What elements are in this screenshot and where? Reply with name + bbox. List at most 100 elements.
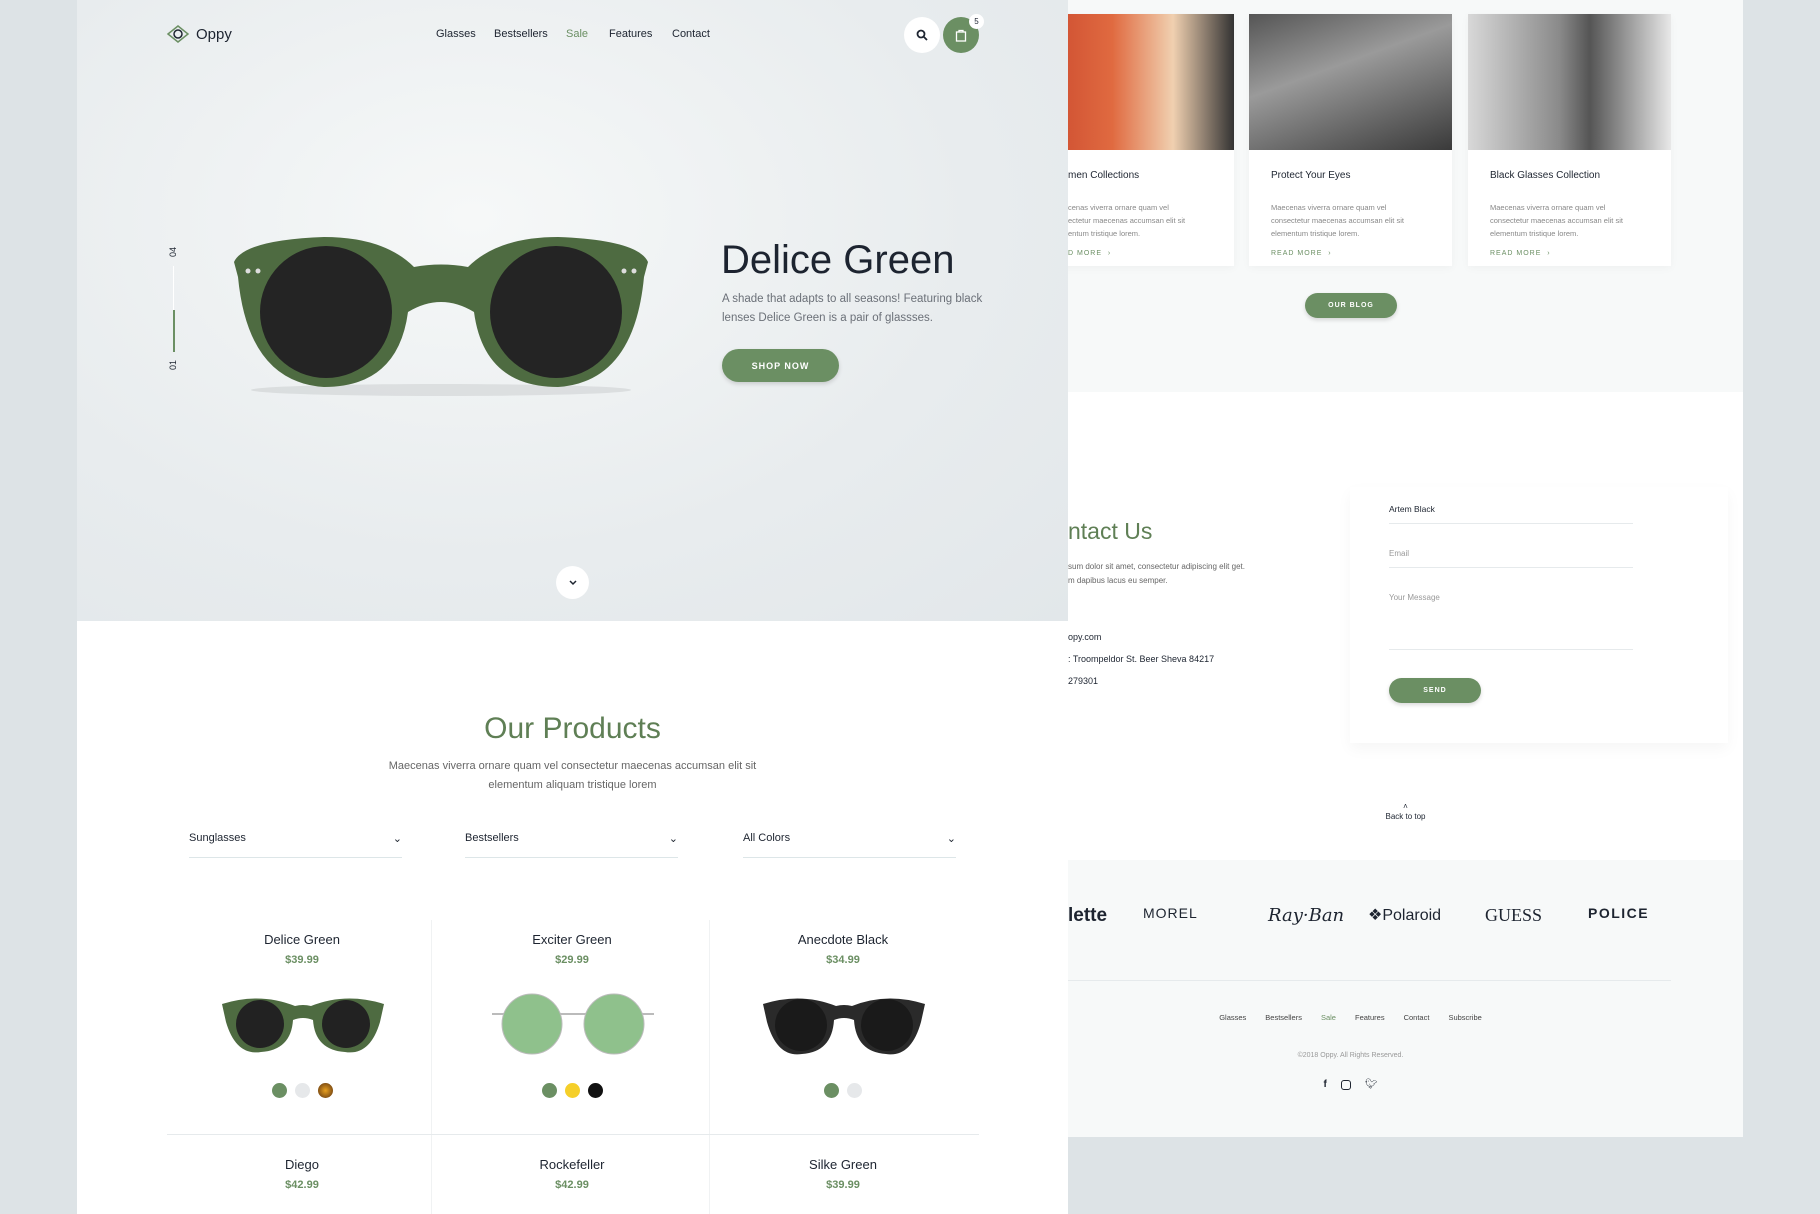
category-dropdown[interactable]: Sunglasses ⌄ (189, 832, 402, 858)
copyright: ©2018 Oppy. All Rights Reserved. (1297, 1052, 1404, 1059)
product-card-exciter-green[interactable]: Exciter Green $29.99 (452, 932, 692, 1103)
nav-glasses[interactable]: Glasses (436, 28, 476, 40)
product-name: Delice Green (264, 932, 340, 947)
blog-card[interactable]: Black Glasses Collection Maecenas viverr… (1468, 14, 1671, 266)
blog-card[interactable]: Protect Your Eyes Maecenas viverra ornar… (1249, 14, 1452, 266)
product-price: $39.99 (285, 954, 319, 966)
our-blog-button[interactable]: OUR BLOG (1305, 293, 1397, 318)
product-name: Silke Green (809, 1157, 877, 1172)
cart-count-badge: 5 (969, 14, 984, 29)
brand-logo-morel[interactable]: MOREL (1143, 905, 1198, 921)
products-title: Our Products (484, 712, 661, 745)
footer-link-subscribe[interactable]: Subscribe (1448, 1013, 1481, 1022)
swatch-grey[interactable] (847, 1083, 862, 1098)
name-field[interactable]: Artem Black (1389, 504, 1435, 514)
swatch-tortoise[interactable] (317, 1083, 333, 1098)
product-card-delice-green[interactable]: Delice Green $39.99 (182, 932, 422, 1103)
logo-text: Oppy (196, 25, 232, 43)
sort-dropdown[interactable]: Bestsellers ⌄ (465, 832, 678, 858)
swatch-green-selected[interactable] (271, 1083, 287, 1098)
product-name: Diego (285, 1157, 319, 1172)
read-more-link[interactable]: READ MORE › (1490, 250, 1551, 257)
product-card-diego[interactable]: Diego $42.99 (182, 1157, 422, 1191)
product-card-anecdote-black[interactable]: Anecdote Black $34.99 (723, 932, 963, 1103)
home-page: Oppy Glasses Bestsellers Sale Features C… (77, 0, 1068, 1214)
contact-email[interactable]: opy.com (1068, 632, 1101, 642)
blog-card[interactable]: men Collections cenas viverra ornare qua… (1068, 14, 1234, 266)
divider (709, 920, 710, 1214)
color-swatches (182, 1083, 422, 1103)
nav-contact[interactable]: Contact (672, 28, 710, 40)
contact-text-line1: sum dolor sit amet, consectetur adipisci… (1068, 562, 1245, 571)
brand-logo-guess[interactable]: GUESS (1485, 905, 1542, 926)
footer-link-features[interactable]: Features (1355, 1013, 1385, 1022)
back-to-top-link[interactable]: ˄ Back to top (1068, 802, 1743, 822)
color-swatches (723, 1083, 963, 1103)
blog-image (1468, 14, 1671, 150)
brands-footer-section (1068, 860, 1743, 1137)
blog-card-title: men Collections (1068, 170, 1140, 181)
color-dropdown[interactable]: All Colors ⌄ (743, 832, 956, 858)
send-button[interactable]: SEND (1389, 678, 1481, 703)
swatch-black[interactable] (587, 1083, 603, 1098)
instagram-icon[interactable] (1340, 1080, 1351, 1090)
product-image (492, 993, 654, 1055)
sort-value: Bestsellers (465, 832, 519, 844)
back-to-top-label: Back to top (1385, 812, 1426, 821)
field-underline (1389, 649, 1633, 650)
product-card-silke-green[interactable]: Silke Green $39.99 (723, 1157, 963, 1191)
field-underline (1389, 567, 1633, 568)
brand-logo[interactable]: lette (1068, 905, 1107, 927)
footer-link-sale[interactable]: Sale (1321, 1013, 1336, 1022)
footer-nav: Glasses Bestsellers Sale Features Contac… (1068, 1013, 1633, 1022)
divider (431, 920, 432, 1214)
contact-phone: 279301 (1068, 676, 1099, 686)
color-value: All Colors (743, 832, 791, 844)
read-more-link[interactable]: D MORE › (1068, 250, 1111, 257)
scroll-down-button[interactable] (556, 566, 589, 599)
blog-image (1249, 14, 1452, 150)
blog-card-desc: Maecenas viverra ornare quam vel consecte… (1490, 203, 1623, 238)
footer-link-bestsellers[interactable]: Bestsellers (1265, 1013, 1302, 1022)
products-desc-line2: elementum aliquam tristique lorem (488, 779, 657, 791)
brand-logo-rayban[interactable]: Ray·Ban (1268, 905, 1344, 926)
blog-card-title: Black Glasses Collection (1490, 170, 1601, 181)
message-field[interactable]: Your Message (1389, 593, 1440, 602)
brand-logo-polaroid[interactable]: ❖Polaroid (1368, 905, 1441, 925)
swatch-yellow[interactable] (564, 1083, 580, 1098)
footer-link-contact[interactable]: Contact (1404, 1013, 1430, 1022)
secondary-page: men Collections cenas viverra ornare qua… (1068, 0, 1743, 1137)
nav-sale[interactable]: Sale (566, 28, 588, 40)
nav-features[interactable]: Features (609, 28, 652, 40)
product-price: $39.99 (826, 1179, 860, 1191)
search-button[interactable] (904, 17, 940, 53)
nav-bestsellers[interactable]: Bestsellers (494, 28, 548, 40)
hero-glasses-image (234, 237, 648, 396)
read-more-link[interactable]: READ MORE › (1271, 250, 1332, 257)
shopping-bag-icon (955, 29, 967, 42)
contact-text-line2: m dapibus lacus eu semper. (1068, 576, 1168, 585)
swatch-green-selected[interactable] (824, 1083, 839, 1098)
facebook-icon[interactable]: f (1323, 1079, 1326, 1090)
swatch-grey[interactable] (294, 1083, 310, 1098)
social-links: f 🐦︎ (1068, 1079, 1633, 1090)
product-price: $34.99 (826, 954, 860, 966)
product-price: $29.99 (555, 954, 589, 966)
hero-title: Delice Green (721, 238, 955, 282)
chevron-down-icon: ⌄ (392, 833, 402, 845)
product-card-rockefeller[interactable]: Rockefeller $42.99 (452, 1157, 692, 1191)
shop-now-button[interactable]: SHOP NOW (722, 349, 839, 382)
products-desc-line1: Maecenas viverra ornare quam vel consect… (388, 760, 757, 772)
divider (167, 1134, 979, 1135)
logo[interactable]: Oppy (166, 24, 232, 44)
search-icon (916, 29, 928, 41)
slide-total: 04 (168, 246, 179, 258)
brand-logo-police[interactable]: POLICE (1588, 905, 1649, 921)
hero-desc-line1: A shade that adapts to all seasons! Feat… (722, 293, 983, 305)
twitter-icon[interactable]: 🐦︎ (1365, 1079, 1378, 1090)
product-name: Rockefeller (539, 1157, 605, 1172)
footer-link-glasses[interactable]: Glasses (1219, 1013, 1246, 1022)
hero-desc-line2: lenses Delice Green is a pair of glassse… (722, 312, 933, 324)
swatch-green-selected[interactable] (541, 1083, 557, 1098)
email-field[interactable]: Email (1389, 549, 1409, 558)
